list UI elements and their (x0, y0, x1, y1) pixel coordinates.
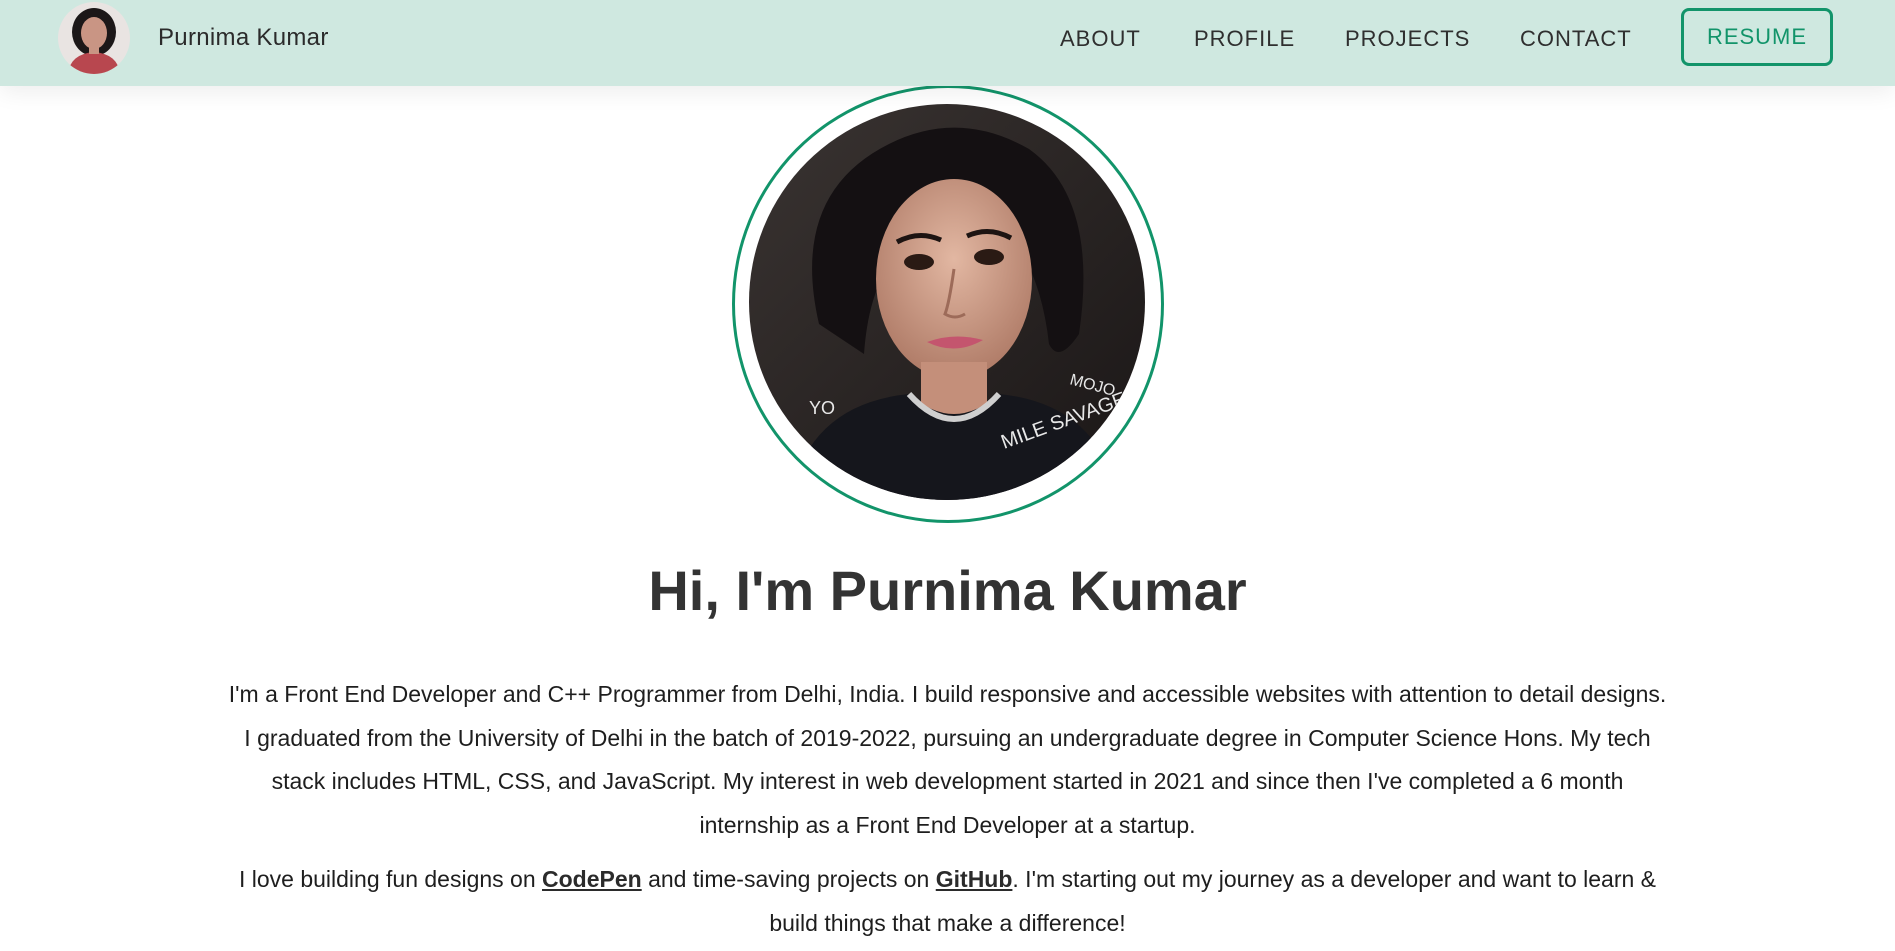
bio-paragraph-2: I love building fun designs on CodePen a… (225, 858, 1670, 945)
nav-link-contact[interactable]: CONTACT (1520, 26, 1632, 52)
avatar-portrait-icon (58, 2, 130, 74)
page-title: Hi, I'm Purnima Kumar (648, 559, 1247, 622)
resume-button[interactable]: RESUME (1681, 8, 1833, 66)
bio-text: and time-saving projects on (641, 866, 936, 892)
nav-link-about[interactable]: ABOUT (1060, 26, 1141, 52)
nav-link-projects[interactable]: PROJECTS (1345, 26, 1470, 52)
profile-photo: MILE SAVAGE YO MOJO (749, 104, 1145, 500)
top-navbar: Purnima Kumar ABOUT PROFILE PROJECTS CON… (0, 0, 1895, 86)
profile-portrait-icon: MILE SAVAGE YO MOJO (749, 104, 1145, 500)
codepen-link[interactable]: CodePen (542, 866, 642, 892)
github-link[interactable]: GitHub (936, 866, 1013, 892)
nav-avatar[interactable] (58, 2, 130, 74)
bio-paragraph-1: I'm a Front End Developer and C++ Progra… (228, 681, 1667, 838)
svg-text:YO: YO (809, 398, 835, 418)
bio-text: I love building fun designs on (238, 866, 543, 892)
site-owner-name[interactable]: Purnima Kumar (158, 24, 329, 52)
nav-link-profile[interactable]: PROFILE (1194, 26, 1295, 52)
